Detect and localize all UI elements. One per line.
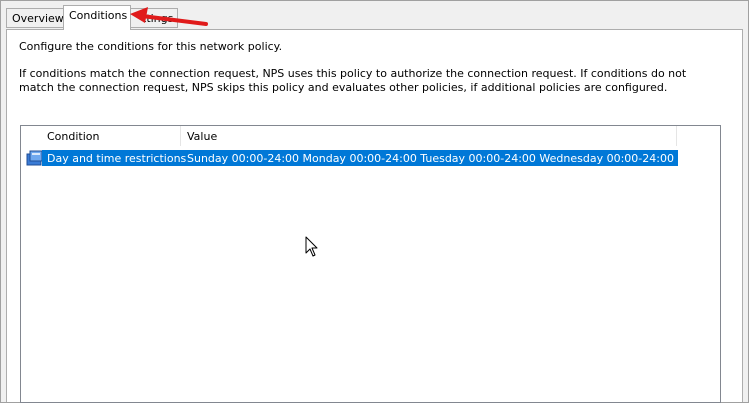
conditions-list[interactable]: Condition Value Day and time restriction… bbox=[20, 125, 721, 403]
description-text: If conditions match the connection reque… bbox=[19, 67, 687, 94]
tab-conditions[interactable]: Conditions bbox=[63, 5, 131, 30]
condition-cell: Day and time restrictions bbox=[47, 152, 187, 165]
intro-text: Configure the conditions for this networ… bbox=[19, 40, 283, 53]
red-arrow-annotation-icon bbox=[130, 7, 208, 26]
tab-overview[interactable]: Overview bbox=[6, 8, 64, 28]
column-header-condition[interactable]: Condition bbox=[41, 126, 181, 146]
column-header-value[interactable]: Value bbox=[181, 126, 677, 146]
network-policy-properties-window: { "tabs": { "overview": "Overview", "con… bbox=[0, 0, 749, 403]
mouse-pointer-icon bbox=[305, 236, 318, 257]
value-cell: Sunday 00:00-24:00 Monday 00:00-24:00 Tu… bbox=[187, 152, 677, 165]
table-row[interactable]: Day and time restrictions Sunday 00:00-2… bbox=[42, 150, 678, 166]
conditions-tab-panel: Configure the conditions for this networ… bbox=[6, 29, 743, 403]
